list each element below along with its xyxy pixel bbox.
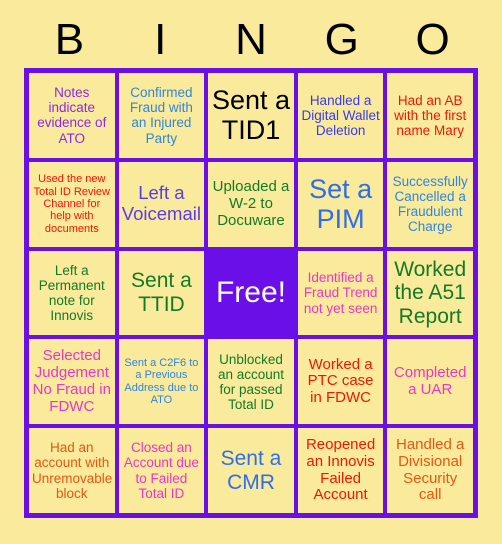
- bingo-square-label: Left a Permanent note for Innovis: [38, 262, 105, 324]
- bingo-square[interactable]: Handled a Divisional Security call: [387, 428, 473, 513]
- bingo-square-label: Had an account with Unremovable block: [32, 440, 113, 501]
- bingo-square-label: Left a Voicemail: [121, 182, 201, 225]
- bingo-square-label: Sent a TTID: [131, 269, 192, 316]
- bingo-square-label: Notes indicate evidence of ATO: [37, 85, 107, 146]
- bingo-square-label: Used the new Total ID Review Channel for…: [33, 173, 110, 235]
- bingo-square[interactable]: Uploaded a W-2 to Docuware: [208, 161, 294, 247]
- bingo-square-label: Had an AB with the first name Mary: [394, 92, 467, 138]
- bingo-grid: Notes indicate evidence of ATO Confirmed …: [24, 68, 478, 518]
- bingo-square[interactable]: Had an AB with the first name Mary: [387, 73, 473, 158]
- bingo-square-label: Sent a C2F6 to a Previous Address due to…: [124, 357, 199, 407]
- bingo-square-label: Handled a Digital Wallet Deletion: [301, 92, 380, 138]
- bingo-square[interactable]: Identified a Fraud Trend not yet seen: [297, 250, 384, 336]
- bingo-square[interactable]: Used the new Total ID Review Channel for…: [29, 161, 115, 247]
- bingo-square-label: Worked the A51 Report: [394, 257, 467, 328]
- bingo-square[interactable]: Confirmed Fraud with an Injured Party: [118, 73, 205, 158]
- bingo-header: BINGO: [24, 12, 478, 68]
- bingo-card: B I N G O Notes indicate evidence of ATO Conf…: [0, 0, 502, 544]
- bingo-square[interactable]: Worked a PTC case in FDWC: [297, 339, 384, 425]
- bingo-square[interactable]: Sent a TID1: [208, 73, 294, 158]
- bingo-square-label: Free!: [215, 276, 286, 310]
- bingo-square[interactable]: Successfully Cancelled a Fraudulent Char…: [387, 161, 473, 247]
- bingo-square-label: Worked a PTC case in FDWC: [307, 355, 374, 407]
- bingo-header-letter-i: I: [154, 15, 167, 64]
- bingo-square-label: Completed a UAR: [393, 363, 467, 398]
- bingo-square-label: Unblocked an account for passed Total ID: [217, 351, 285, 412]
- bingo-square-label: Confirmed Fraud with an Injured Party: [129, 85, 193, 146]
- bingo-square[interactable]: Worked the A51 Report: [387, 250, 473, 336]
- bingo-square-label: Sent a TID1: [211, 85, 291, 146]
- bingo-header-letter-n: N: [235, 15, 267, 64]
- bingo-square-label: Handled a Divisional Security call: [395, 436, 465, 504]
- bingo-square[interactable]: Sent a C2F6 to a Previous Address due to…: [118, 339, 205, 425]
- bingo-square[interactable]: Left a Permanent note for Innovis: [29, 250, 115, 336]
- bingo-square[interactable]: Had an account with Unremovable block: [29, 428, 115, 513]
- bingo-square-label: Reopened an Innovis Failed Account: [305, 436, 376, 504]
- bingo-square-label: Sent a CMR: [220, 447, 282, 494]
- bingo-square[interactable]: Reopened an Innovis Failed Account: [297, 428, 384, 513]
- bingo-header-letter-o: O: [415, 15, 450, 64]
- bingo-square[interactable]: Sent a TTID: [118, 250, 205, 336]
- bingo-square-label: Closed an Account due to Failed Total ID: [123, 440, 199, 501]
- bingo-free-space[interactable]: Free!: [208, 250, 294, 336]
- bingo-square[interactable]: Set a PIM: [297, 161, 384, 247]
- bingo-square-label: Uploaded a W-2 to Docuware: [212, 178, 290, 229]
- bingo-square-label: Selected Judgement No Fraud in FDWC: [32, 347, 111, 415]
- bingo-square-label: Identified a Fraud Trend not yet seen: [303, 270, 378, 316]
- bingo-square[interactable]: Unblocked an account for passed Total ID: [208, 339, 294, 425]
- bingo-square[interactable]: Handled a Digital Wallet Deletion: [297, 73, 384, 158]
- bingo-square-label: Successfully Cancelled a Fraudulent Char…: [392, 173, 468, 235]
- bingo-header-letter-g: G: [324, 15, 359, 64]
- bingo-square-label: Set a PIM: [309, 173, 373, 235]
- bingo-square[interactable]: Notes indicate evidence of ATO: [29, 73, 115, 158]
- bingo-square[interactable]: Selected Judgement No Fraud in FDWC: [29, 339, 115, 425]
- bingo-square[interactable]: Completed a UAR: [387, 339, 473, 425]
- bingo-square[interactable]: Closed an Account due to Failed Total ID: [118, 428, 205, 513]
- bingo-square[interactable]: Sent a CMR: [208, 428, 294, 513]
- bingo-header-letter-b: B: [54, 15, 85, 64]
- bingo-square[interactable]: Left a Voicemail: [118, 161, 205, 247]
